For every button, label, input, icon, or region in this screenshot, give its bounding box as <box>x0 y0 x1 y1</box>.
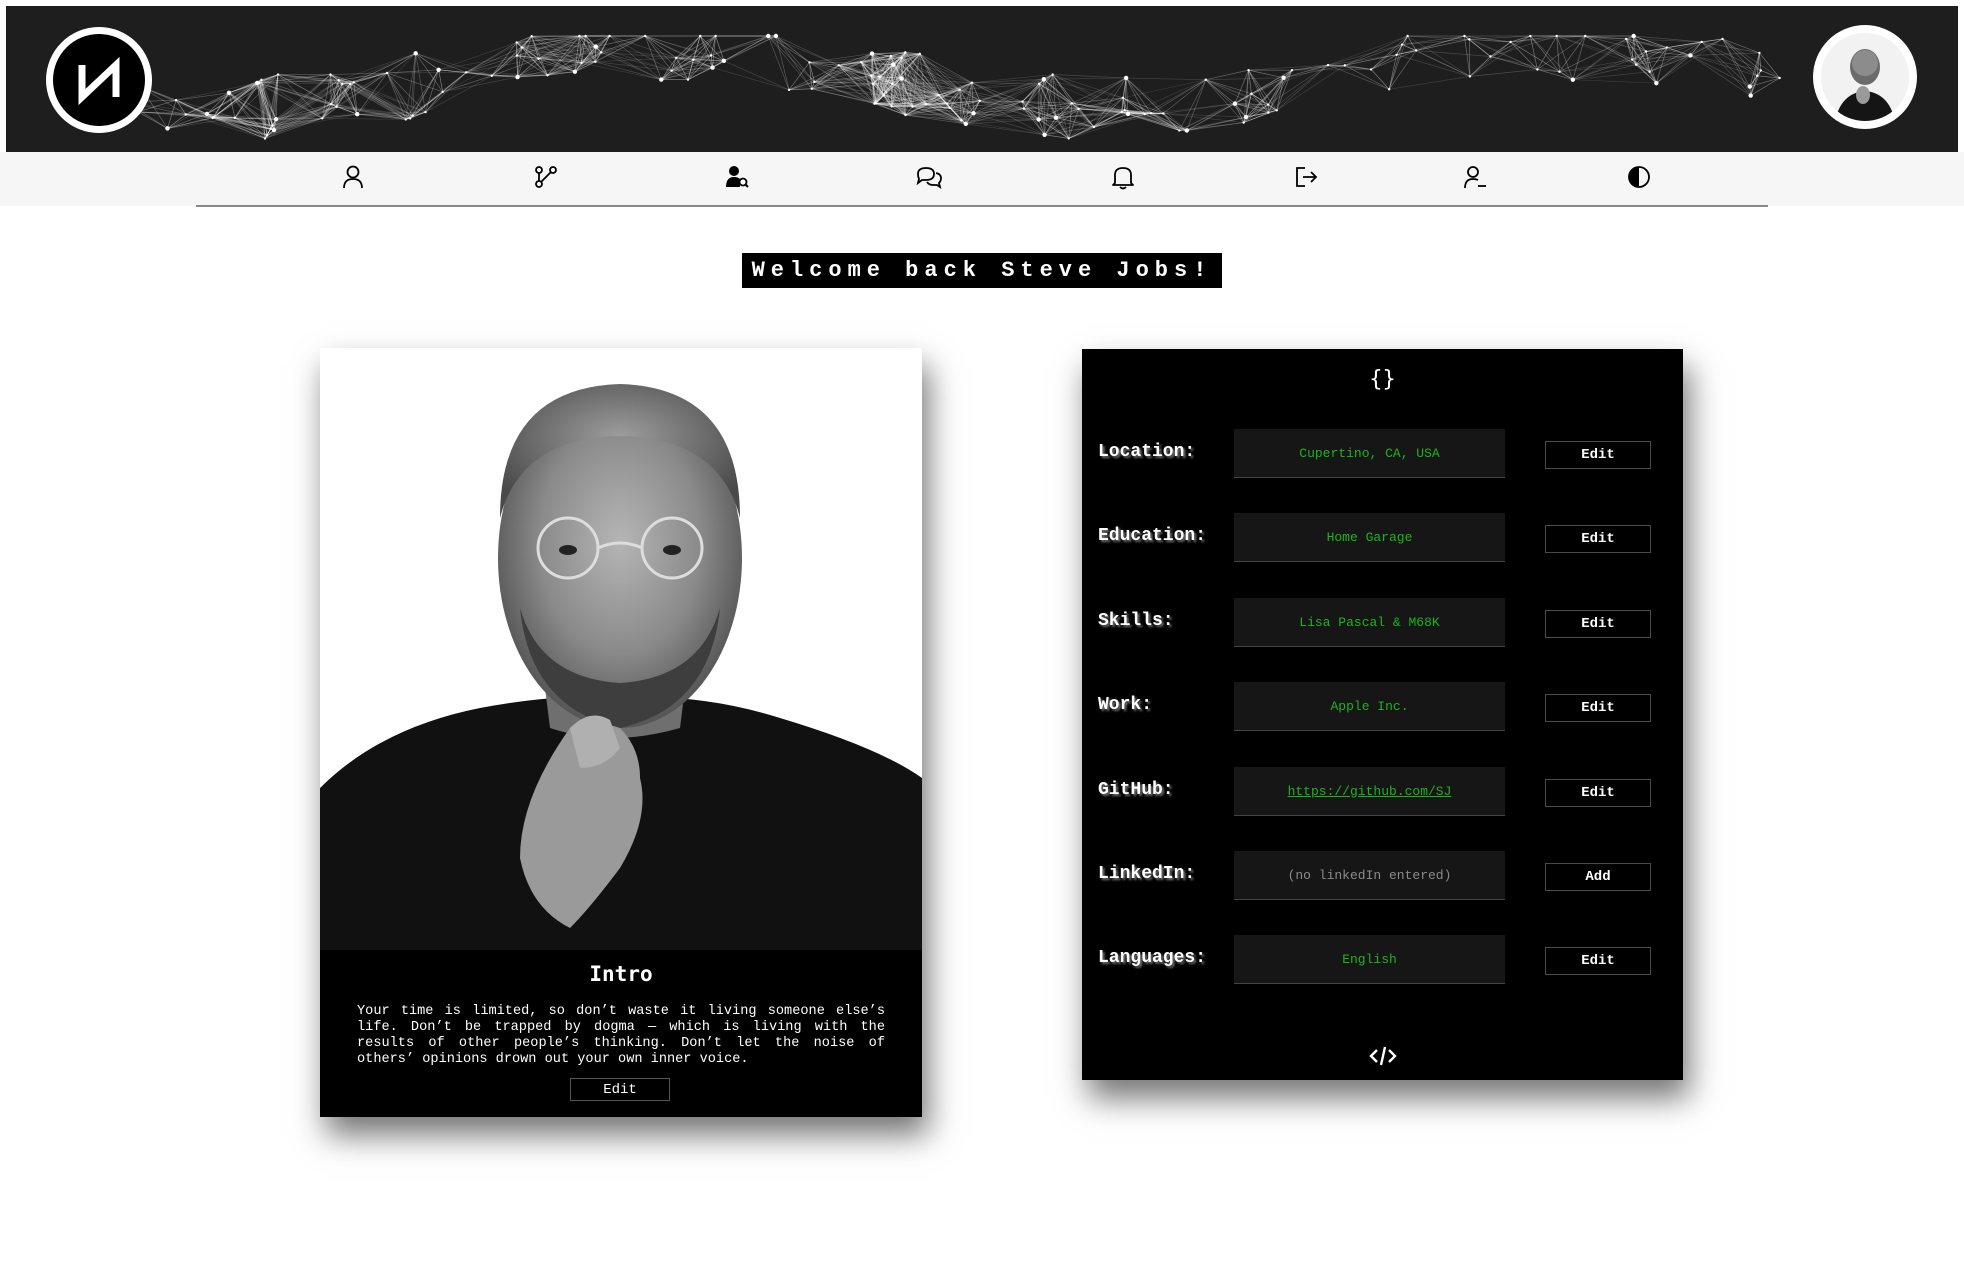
network-icon[interactable] <box>531 162 561 192</box>
intro-title: Intro <box>589 962 653 986</box>
logout-icon[interactable] <box>1291 162 1321 192</box>
intro-text: Your time is limited, so don’t waste it … <box>357 1004 885 1067</box>
info-value: (no linkedIn entered) <box>1234 851 1505 900</box>
info-value: Home Garage <box>1234 513 1505 562</box>
education-edit-button[interactable]: Edit <box>1545 525 1651 553</box>
linkedin-add-button[interactable]: Add <box>1545 863 1651 891</box>
profile-photo <box>320 348 922 950</box>
info-row-github: GitHub: https://github.com/SJ Edit <box>1082 767 1683 817</box>
chat-icon[interactable] <box>914 162 944 192</box>
profile-card: Intro Your time is limited, so don’t was… <box>320 348 922 1117</box>
code-icon <box>1368 1045 1398 1067</box>
network-background <box>125 33 1781 140</box>
info-label: Education: <box>1098 526 1207 546</box>
skills-edit-button[interactable]: Edit <box>1545 610 1651 638</box>
contrast-icon[interactable] <box>1624 162 1654 192</box>
info-row-work: Work: Apple Inc. Edit <box>1082 682 1683 732</box>
work-edit-button[interactable]: Edit <box>1545 694 1651 722</box>
nav-bar <box>0 152 1964 206</box>
info-label: Work: <box>1098 695 1153 715</box>
brand-logo-icon[interactable] <box>46 27 152 133</box>
languages-edit-button[interactable]: Edit <box>1545 947 1651 975</box>
info-label: Skills: <box>1098 611 1174 631</box>
user-search-icon[interactable] <box>722 162 752 192</box>
info-label: Location: <box>1098 442 1196 462</box>
user-icon[interactable] <box>338 162 368 192</box>
info-row-skills: Skills: Lisa Pascal & M68K Edit <box>1082 598 1683 648</box>
info-label: GitHub: <box>1098 780 1174 800</box>
braces-icon: {} <box>1369 367 1396 392</box>
info-value: English <box>1234 935 1505 984</box>
info-value: Apple Inc. <box>1234 682 1505 731</box>
github-link[interactable]: https://github.com/SJ <box>1234 767 1505 816</box>
info-row-linkedin: LinkedIn: (no linkedIn entered) Add <box>1082 851 1683 901</box>
info-card: {} Location: Cupertino, CA, USA Edit Edu… <box>1082 349 1683 1080</box>
bell-icon[interactable] <box>1108 162 1138 192</box>
welcome-banner: Welcome back Steve Jobs! <box>742 253 1222 288</box>
info-label: Languages: <box>1098 948 1207 968</box>
info-row-location: Location: Cupertino, CA, USA Edit <box>1082 429 1683 479</box>
info-row-education: Education: Home Garage Edit <box>1082 513 1683 563</box>
info-label: LinkedIn: <box>1098 864 1196 884</box>
info-value: Lisa Pascal & M68K <box>1234 598 1505 647</box>
nav-divider <box>196 205 1768 207</box>
github-edit-button[interactable]: Edit <box>1545 779 1651 807</box>
user-remove-icon[interactable] <box>1460 162 1490 192</box>
header-banner <box>6 6 1958 152</box>
location-edit-button[interactable]: Edit <box>1545 441 1651 469</box>
info-value: Cupertino, CA, USA <box>1234 429 1505 478</box>
intro-edit-button[interactable]: Edit <box>570 1078 670 1101</box>
info-row-languages: Languages: English Edit <box>1082 935 1683 985</box>
avatar[interactable] <box>1813 25 1917 129</box>
